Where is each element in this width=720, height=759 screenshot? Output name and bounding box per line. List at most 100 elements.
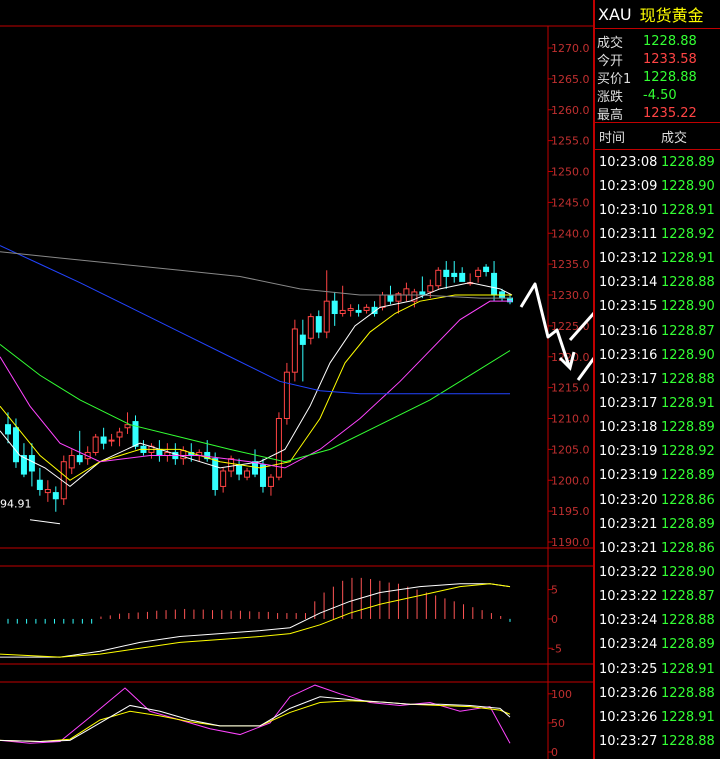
trade-price: 1228.87 [661, 323, 715, 339]
candle-body [275, 418, 282, 478]
symbol-name: 现货黄金 [639, 6, 704, 25]
price-tick-label: 1265.0 [551, 73, 590, 86]
candle-body [451, 272, 458, 277]
price-tick-label: 1255.0 [551, 135, 590, 148]
price-tick-label: 1245.0 [551, 196, 590, 209]
trade-row: 10:23:14 1228.88 [595, 271, 720, 295]
trade-price: 1228.89 [661, 516, 715, 532]
price-tick-label: 1240.0 [551, 227, 590, 240]
macd-line [0, 583, 511, 658]
trade-row: 10:23:21 1228.86 [595, 536, 720, 560]
candle-body [156, 448, 163, 457]
trade-row: 10:23:16 1228.90 [595, 343, 720, 367]
macd-line [0, 583, 511, 658]
trade-time: 10:23:09 [599, 178, 658, 194]
trade-time: 10:23:24 [599, 637, 658, 653]
quote-label: 今开 [597, 53, 624, 69]
trade-time: 10:23:14 [599, 275, 658, 291]
trade-price: 1228.91 [661, 661, 715, 677]
candle-body [403, 288, 410, 296]
trade-row: 10:23:26 1228.88 [595, 681, 720, 705]
candle-body [291, 328, 298, 373]
trade-time: 10:23:26 [599, 709, 658, 725]
kline-chart[interactable]: 1270.0 1265.0 1260.0 1255.0 1250.0 1245.0 1240… [0, 0, 593, 759]
candle-body [491, 272, 498, 296]
price-tick-label: 1215.0 [551, 382, 590, 395]
trade-time: 10:23:19 [599, 444, 658, 460]
candle-body [44, 489, 51, 494]
kdj-tick-label: 0 [551, 746, 558, 759]
quote-side-panel: XAU 现货黄金 成交 1228.88 今开 1233.58 买价1 1228.88 涨跌 -… [593, 0, 720, 759]
trade-price: 1228.89 [661, 637, 715, 653]
trade-time: 10:23:10 [599, 202, 658, 218]
trades-header-price: 成交 [661, 130, 688, 146]
candle-body [12, 427, 19, 463]
trade-row: 10:23:27 1228.88 [595, 729, 720, 753]
candle-body [379, 294, 386, 308]
trade-price: 1228.91 [661, 395, 715, 411]
trade-row: 10:23:15 1228.90 [595, 295, 720, 319]
candle-body [116, 431, 123, 438]
trade-row: 10:23:19 1228.92 [595, 440, 720, 464]
candle-body [331, 300, 338, 315]
trade-price: 1228.92 [661, 444, 715, 460]
trade-price: 1228.86 [661, 540, 715, 556]
candle-body [5, 424, 11, 435]
quote-value: 1233.58 [643, 51, 697, 67]
candle-body [124, 424, 131, 429]
candle-body [76, 455, 83, 463]
trade-time: 10:23:16 [599, 347, 658, 363]
trade-time: 10:23:22 [599, 564, 658, 580]
trade-price: 1228.88 [661, 685, 715, 701]
candle-body [212, 458, 219, 491]
trades-header-time: 时间 [599, 130, 626, 146]
candle-body [443, 269, 450, 277]
trade-price: 1228.91 [661, 251, 715, 267]
trade-row: 10:23:19 1228.89 [595, 464, 720, 488]
trade-row: 10:23:08 1228.89 [595, 150, 720, 174]
candle-body [435, 269, 442, 287]
quote-value: -4.50 [643, 87, 677, 103]
quote-row: 涨跌 -4.50 [595, 86, 720, 105]
candle-body [355, 309, 362, 313]
kline-chart-area[interactable]: 1270.0 1265.0 1260.0 1255.0 1250.0 1245.0 1240… [0, 0, 593, 759]
trade-time: 10:23:18 [599, 420, 658, 436]
trade-price: 1228.89 [661, 468, 715, 484]
trades-header: 时间 成交 [595, 123, 720, 150]
trade-time: 10:23:27 [599, 733, 658, 749]
candle-body [108, 439, 115, 442]
trades-list[interactable]: 10:23:08 1228.89 10:23:09 1228.90 10:23:10 12… [595, 150, 720, 754]
candle-body [363, 306, 370, 311]
kdj-tick-label: 50 [551, 717, 565, 730]
candle-body [228, 458, 235, 472]
trade-price: 1228.92 [661, 226, 715, 242]
ma-line [0, 245, 510, 395]
trade-row: 10:23:16 1228.87 [595, 319, 720, 343]
trade-price: 1228.89 [661, 154, 715, 170]
ma-line [0, 344, 511, 463]
trade-time: 10:23:12 [599, 251, 658, 267]
trade-price: 1228.90 [661, 299, 715, 315]
candle-body [347, 308, 354, 311]
quote-label: 买价1 [597, 71, 632, 87]
candle-body [92, 436, 99, 453]
trade-row: 10:23:24 1228.89 [595, 633, 720, 657]
macd-tick-label: 0 [551, 613, 558, 626]
symbol-code: XAU [598, 4, 632, 24]
symbol-header: XAU 现货黄金 [595, 0, 720, 29]
trade-price: 1228.86 [661, 492, 715, 508]
quote-row: 成交 1228.88 [595, 32, 720, 51]
quote-row: 最高 1235.22 [595, 104, 720, 123]
candle-body [315, 316, 322, 333]
candle-body [100, 436, 107, 444]
ma-line [0, 300, 512, 469]
price-tick-label: 1250.0 [551, 166, 590, 179]
trade-price: 1228.91 [661, 709, 715, 725]
candle-body [307, 316, 314, 339]
quote-value: 1228.88 [643, 69, 697, 85]
candle-body [459, 272, 466, 282]
trade-price: 1228.90 [661, 347, 715, 363]
trade-price: 1228.90 [661, 564, 715, 580]
trade-price: 1228.88 [661, 371, 715, 387]
quote-label: 成交 [597, 35, 624, 51]
